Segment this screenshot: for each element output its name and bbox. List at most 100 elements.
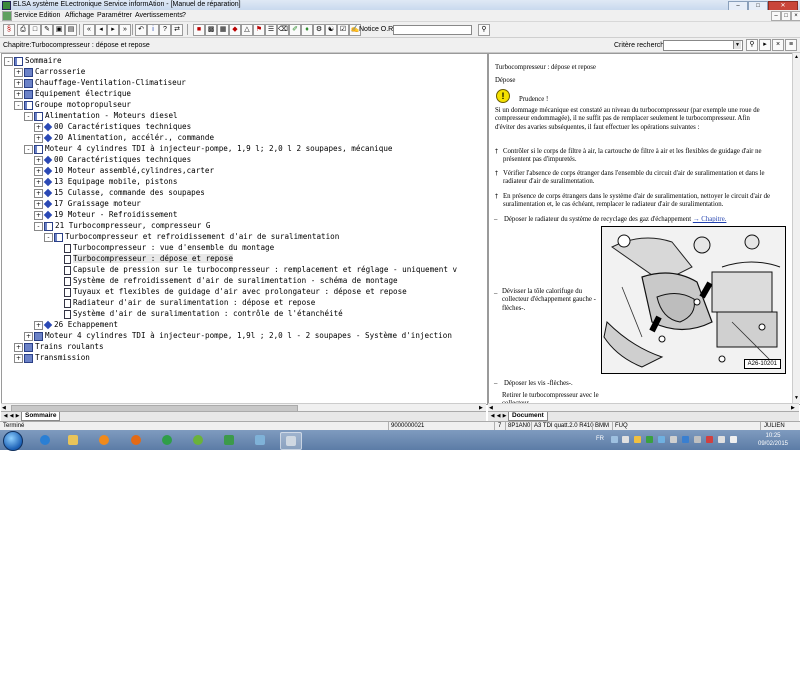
taskbar-media[interactable] (94, 432, 114, 448)
tree-node[interactable]: - Turbocompresseur et refroidissement d'a… (44, 231, 339, 242)
folder-icon[interactable]: ▣ (53, 24, 65, 36)
clock[interactable]: 10:25 09/02/2015 (748, 432, 798, 448)
expand-icon[interactable]: + (34, 210, 43, 220)
expand-icon[interactable]: + (14, 342, 23, 352)
collapse-icon[interactable]: - (4, 56, 13, 66)
tray-signal-icon[interactable] (718, 436, 725, 443)
taskbar-network[interactable] (250, 432, 270, 448)
tray-network-icon[interactable] (611, 436, 618, 443)
criteria-select[interactable] (663, 40, 743, 51)
expand-icon[interactable]: + (14, 353, 23, 363)
expand-icon[interactable]: + (14, 67, 23, 77)
taskbar-firefox[interactable] (126, 432, 146, 448)
tab-next-icon[interactable]: ▶ (502, 413, 507, 419)
alert-icon[interactable]: ◆ (229, 24, 241, 36)
taskbar-chrome[interactable] (157, 432, 177, 448)
mdi-close-icon[interactable]: × (791, 11, 800, 21)
grid-icon[interactable]: ▦ (217, 24, 229, 36)
collapse-icon[interactable]: - (44, 232, 53, 242)
taskbar-app[interactable] (219, 432, 239, 448)
scroll-down-icon[interactable]: ▼ (794, 395, 799, 401)
tab-next-icon[interactable]: ▶ (15, 413, 20, 419)
expand-icon[interactable]: + (34, 199, 43, 209)
tray-utorrent-icon[interactable] (646, 436, 653, 443)
tree-node[interactable]: Système de refroidissement d'air de sura… (54, 275, 398, 286)
tree-node[interactable]: - Groupe motopropulseur (14, 99, 131, 110)
collapse-icon[interactable]: - (24, 111, 33, 121)
edit-doc-icon[interactable]: ✎ (41, 24, 53, 36)
tray-language[interactable]: FR (596, 436, 604, 442)
menu-service[interactable]: Service (14, 12, 37, 19)
tree-node[interactable]: + Chauffage-Ventilation-Climatiseur (14, 77, 186, 88)
tray-app-icon[interactable] (622, 436, 629, 443)
tray-sync-icon[interactable] (658, 436, 665, 443)
document-vertical-scrollbar[interactable]: ▲ ▼ (792, 53, 800, 403)
search-options-icon[interactable]: ≡ (785, 39, 797, 51)
start-button[interactable] (3, 431, 23, 451)
notice-search-icon[interactable]: ⚲ (478, 24, 490, 36)
menu-avertissements[interactable]: Avertissements (135, 12, 183, 19)
workshop-icon[interactable]: ■ (193, 24, 205, 36)
expand-icon[interactable]: + (14, 89, 23, 99)
service-icon[interactable]: § (3, 24, 15, 36)
tree-node[interactable]: + Trains roulants (14, 341, 104, 352)
collapse-icon[interactable]: - (24, 144, 33, 154)
trash-icon[interactable]: ⌫ (277, 24, 289, 36)
last-page-icon[interactable]: » (119, 24, 131, 36)
tree-node[interactable]: +00 Caractéristiques techniques (34, 154, 191, 165)
tree-node[interactable]: Radiateur d'air de suralimentation : dép… (54, 297, 315, 308)
parts-icon[interactable]: ▩ (205, 24, 217, 36)
tree-node[interactable]: + Carrosserie (14, 66, 85, 77)
prev-page-icon[interactable]: ◂ (95, 24, 107, 36)
expand-icon[interactable]: + (34, 133, 43, 143)
tab-first-icon[interactable]: ◀ (490, 413, 495, 419)
tree-node[interactable]: Tuyaux et flexibles de guidage d'air ave… (54, 286, 407, 297)
tree-node[interactable]: - 21 Turbocompresseur, compresseur G (34, 220, 210, 231)
mdi-minimize-icon[interactable]: – (771, 11, 781, 21)
expand-icon[interactable]: + (34, 155, 43, 165)
tree-node[interactable]: - Alimentation - Moteurs diesel (24, 110, 178, 121)
tray-usb-icon[interactable] (694, 436, 701, 443)
list-icon[interactable]: ☰ (265, 24, 277, 36)
search-next-icon[interactable]: ▸ (759, 39, 771, 51)
scroll-up-icon[interactable]: ▲ (794, 54, 799, 60)
collapse-icon[interactable]: - (14, 100, 23, 110)
menu-parametrer[interactable]: Paramétrer (97, 12, 132, 19)
tree-node[interactable]: Système d'air de suralimentation : contr… (54, 308, 343, 319)
tree-node[interactable]: +15 Culasse, commande des soupapes (34, 187, 205, 198)
search-icon[interactable]: ⚲ (746, 39, 758, 51)
collapse-icon[interactable]: - (34, 221, 43, 231)
tree-node[interactable]: +26 Echappement (34, 319, 118, 330)
tools-icon[interactable]: ⚙ (313, 24, 325, 36)
tree-node[interactable]: + Transmission (14, 352, 90, 363)
expand-icon[interactable]: + (34, 166, 43, 176)
taskbar-ie[interactable] (35, 432, 55, 448)
tray-printer-icon[interactable] (670, 436, 677, 443)
info-icon[interactable]: i (147, 24, 159, 36)
tree-node[interactable]: +19 Moteur - Refroidissement (34, 209, 177, 220)
tree-node[interactable]: - Sommaire (4, 55, 62, 66)
tag-icon[interactable]: ♦ (301, 24, 313, 36)
notice-input[interactable] (393, 25, 472, 35)
tab-first-icon[interactable]: ◀ (3, 413, 8, 419)
swap-icon[interactable]: ⇄ (171, 24, 183, 36)
diagnostic-icon[interactable]: ☯ (325, 24, 337, 36)
back-icon[interactable]: ↶ (135, 24, 147, 36)
chevron-down-icon[interactable]: ▼ (733, 41, 741, 49)
expand-icon[interactable]: + (34, 122, 43, 132)
expand-icon[interactable]: + (34, 188, 43, 198)
menu-help[interactable]: ? (182, 12, 186, 19)
bookmark-icon[interactable]: ⚑ (253, 24, 265, 36)
tree-node[interactable]: +10 Moteur assemblé,cylindres,carter (34, 165, 214, 176)
tree-node[interactable]: + Équipement électrique (14, 88, 131, 99)
search-clear-icon[interactable]: × (772, 39, 784, 51)
expand-icon[interactable]: + (34, 320, 43, 330)
help-icon[interactable]: ? (159, 24, 171, 36)
expand-icon[interactable]: + (14, 78, 23, 88)
print-preview-icon[interactable]: ▤ (65, 24, 77, 36)
expand-icon[interactable]: + (34, 177, 43, 187)
pen-icon[interactable]: ✐ (289, 24, 301, 36)
taskbar-elsa[interactable] (280, 432, 302, 450)
stamp-icon[interactable]: ☑ (337, 24, 349, 36)
tree-node[interactable]: Capsule de pression sur le turbocompress… (54, 264, 457, 275)
